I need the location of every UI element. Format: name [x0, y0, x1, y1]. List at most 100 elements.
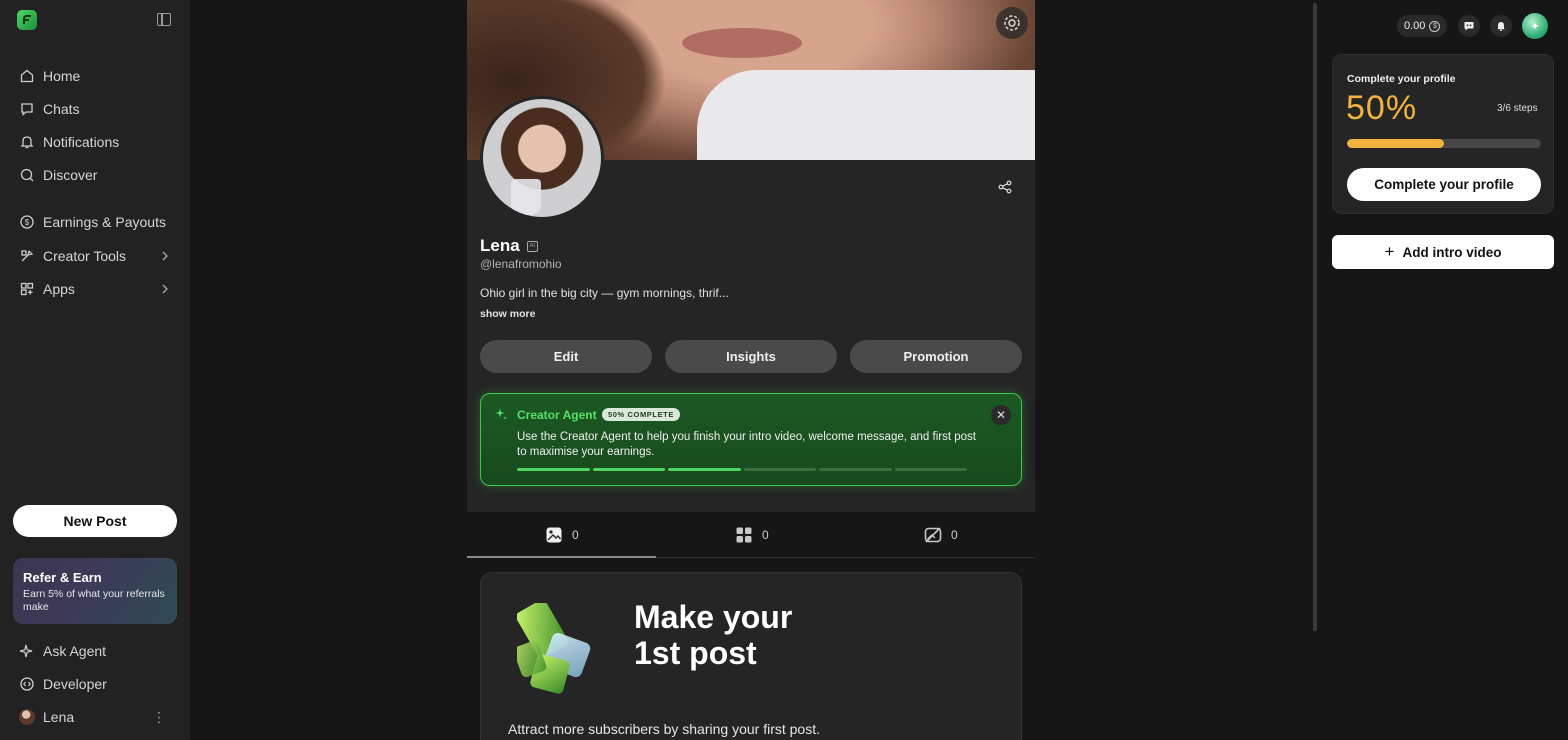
- agent-step-progress: [517, 468, 967, 471]
- sidebar-item-label: Apps: [43, 281, 75, 297]
- tools-icon: [21, 250, 34, 262]
- refer-earn-card[interactable]: Refer & Earn Earn 5% of what your referr…: [13, 558, 177, 624]
- profile-bio: Ohio girl in the big city — gym mornings…: [480, 286, 729, 300]
- chevron-right-icon: [162, 284, 168, 294]
- sparkle-icon: [19, 644, 33, 658]
- profile-handle: @lenafromohio: [480, 257, 562, 271]
- agent-step-segment: [894, 468, 967, 471]
- completion-badge: 50% COMPLETE: [602, 408, 680, 421]
- sidebar-item-discover[interactable]: Discover: [19, 164, 174, 186]
- progress-fill: [1347, 139, 1444, 148]
- tab-collections[interactable]: 0: [735, 526, 769, 544]
- grid-icon: [736, 527, 752, 543]
- sidebar-user[interactable]: Lena ⋮: [19, 706, 174, 728]
- profile-name: Lena: [480, 236, 520, 255]
- agent-step-segment: [592, 468, 665, 471]
- promotion-button[interactable]: Promotion: [850, 340, 1022, 373]
- ai-badge-icon: AI: [526, 240, 538, 252]
- creator-agent-banner[interactable]: Creator Agent 50% COMPLETE Use the Creat…: [480, 393, 1022, 486]
- hidden-image-icon: [924, 527, 942, 543]
- image-icon: [546, 527, 562, 543]
- tab-count: 0: [762, 528, 769, 542]
- bell-icon: [20, 136, 34, 149]
- complete-profile-button[interactable]: Complete your profile: [1347, 168, 1541, 201]
- edit-button[interactable]: Edit: [480, 340, 652, 373]
- sidebar-item-chats[interactable]: Chats: [19, 98, 174, 120]
- complete-profile-percent: 50%: [1346, 89, 1418, 127]
- user-avatar[interactable]: ✦: [1522, 13, 1548, 39]
- agent-step-segment: [819, 468, 892, 471]
- avatar: [19, 709, 35, 725]
- sidebar-item-creator-tools[interactable]: Creator Tools: [19, 245, 174, 267]
- add-intro-video-button[interactable]: + Add intro video: [1332, 235, 1554, 269]
- sidebar-item-label: Chats: [43, 101, 80, 117]
- tab-hidden[interactable]: 0: [924, 526, 958, 544]
- sidebar-item-earnings[interactable]: $ Earnings & Payouts: [19, 211, 174, 233]
- sidebar-item-label: Notifications: [43, 134, 120, 150]
- home-icon: [20, 69, 34, 83]
- sidebar-item-developer[interactable]: Developer: [19, 673, 174, 695]
- sidebar-item-apps[interactable]: Apps: [19, 278, 174, 300]
- sidebar-item-label: Discover: [43, 167, 98, 183]
- more-vertical-icon[interactable]: ⋮: [152, 710, 166, 724]
- close-icon[interactable]: ✕: [991, 405, 1011, 425]
- sidebar-item-home[interactable]: Home: [19, 65, 174, 87]
- sidebar-item-label: Developer: [43, 676, 107, 692]
- tab-posts[interactable]: 0: [545, 526, 579, 544]
- complete-profile-steps: 3/6 steps: [1497, 103, 1538, 114]
- profile-name-row: Lena AI: [480, 236, 538, 256]
- new-post-button[interactable]: New Post: [13, 505, 177, 537]
- creator-agent-description: Use the Creator Agent to help you finish…: [517, 431, 976, 458]
- agent-step-segment: [743, 468, 816, 471]
- show-more-link[interactable]: show more: [480, 308, 535, 320]
- insights-button[interactable]: Insights: [665, 340, 837, 373]
- first-post-title-line1: Make your: [634, 599, 793, 635]
- creator-agent-title: Creator Agent: [517, 408, 597, 422]
- tab-count: 0: [572, 528, 579, 542]
- complete-profile-progress-bar: [1347, 139, 1541, 148]
- sidebar-item-notifications[interactable]: Notifications: [19, 131, 174, 153]
- sidebar-item-label: Home: [43, 68, 81, 84]
- stacked-cards-icon: [517, 603, 591, 694]
- balance-value: 0.00: [1404, 20, 1426, 32]
- chat-bubble-icon[interactable]: [1458, 15, 1480, 37]
- profile-card: Lena AI @lenafromohio Ohio girl in the b…: [467, 0, 1035, 512]
- balance-pill[interactable]: 0.00 $: [1397, 15, 1448, 37]
- svg-text:$: $: [25, 218, 30, 227]
- sidebar-item-ask-agent[interactable]: Ask Agent: [19, 640, 174, 662]
- agent-step-segment: [668, 468, 741, 471]
- content-tabs: 0 0 0: [467, 520, 1035, 558]
- dollar-icon: $: [20, 215, 34, 229]
- collapse-sidebar-icon[interactable]: [157, 13, 171, 26]
- plus-icon: +: [1384, 242, 1395, 261]
- sidebar-item-label: Earnings & Payouts: [43, 214, 166, 230]
- sidebar-item-label: Creator Tools: [43, 248, 127, 264]
- add-intro-video-label: Add intro video: [1402, 244, 1502, 260]
- first-post-title: Make your 1st post: [634, 599, 894, 671]
- first-post-card[interactable]: Make your 1st post Attract more subscrib…: [480, 572, 1022, 740]
- complete-profile-title: Complete your profile: [1347, 73, 1456, 85]
- profile-avatar[interactable]: [480, 96, 604, 220]
- active-tab-indicator: [467, 556, 656, 558]
- share-icon[interactable]: [998, 180, 1012, 194]
- tab-count: 0: [951, 528, 958, 542]
- chat-icon: [21, 103, 33, 116]
- complete-profile-card: Complete your profile 50% 3/6 steps Comp…: [1332, 54, 1554, 214]
- bell-icon[interactable]: [1490, 15, 1512, 37]
- settings-gear-icon[interactable]: [996, 7, 1028, 39]
- refer-title: Refer & Earn: [23, 570, 102, 585]
- user-name: Lena: [43, 709, 75, 725]
- scrollbar[interactable]: [1313, 3, 1317, 631]
- sparkle-icon: [495, 408, 507, 420]
- chevron-right-icon: [162, 251, 168, 261]
- refer-subtitle: Earn 5% of what your referrals make: [23, 588, 165, 613]
- agent-step-segment: [517, 468, 590, 471]
- apps-icon: [20, 282, 34, 296]
- sidebar: Home Chats Notifications Discover $ Earn…: [0, 0, 190, 740]
- sidebar-item-label: Ask Agent: [43, 643, 107, 659]
- dollar-icon: $: [1429, 20, 1441, 32]
- app-logo-icon[interactable]: [17, 10, 37, 30]
- first-post-title-line2: 1st post: [634, 635, 757, 671]
- code-icon: [20, 677, 34, 691]
- search-icon: [20, 168, 34, 182]
